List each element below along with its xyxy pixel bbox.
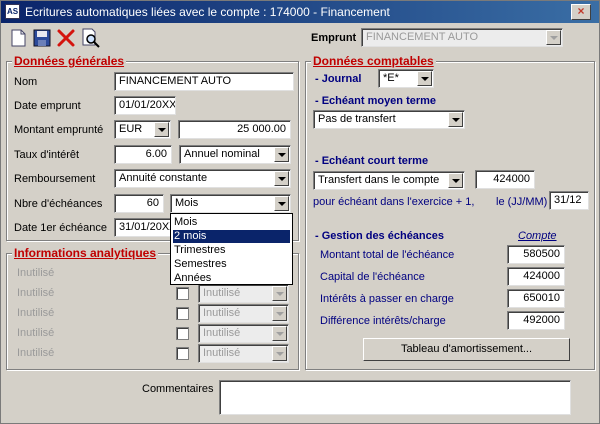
analytique-value: Inutilisé: [203, 327, 241, 339]
nbre-echeances-label: Nbre d'échéances: [14, 198, 103, 210]
analytique-label: Inutilisé: [17, 307, 55, 319]
journal-select[interactable]: *E*: [378, 69, 434, 88]
gestion-row-account[interactable]: 424000: [507, 267, 565, 286]
gestion-row-label: Montant total de l'échéance: [320, 249, 455, 261]
echeant-date-label: le (JJ/MM): [496, 196, 548, 208]
emprunt-select: FINANCEMENT AUTO: [361, 28, 563, 47]
delete-icon[interactable]: [55, 27, 77, 49]
moyen-terme-select[interactable]: Pas de transfert: [313, 110, 465, 129]
period-value: Mois: [175, 197, 199, 209]
remboursement-value: Annuité constante: [119, 172, 208, 184]
donnees-comptables-title: Données comptables: [311, 54, 436, 68]
tableau-amortissement-button[interactable]: Tableau d'amortissement...: [363, 338, 570, 361]
informations-analytiques-title: Informations analytiques: [12, 246, 159, 260]
analytique-label: Inutilisé: [17, 327, 55, 339]
nbre-echeances-field[interactable]: 60: [114, 194, 164, 213]
date-1er-label: Date 1er échéance: [14, 222, 107, 234]
journal-label: - Journal: [315, 73, 362, 85]
taux-mode-select[interactable]: Annuel nominal: [179, 145, 291, 164]
emprunt-value: FINANCEMENT AUTO: [366, 31, 479, 43]
analytique-label: Inutilisé: [17, 267, 55, 279]
court-terme-account-field[interactable]: 424000: [475, 170, 535, 189]
moyen-terme-label: - Echéant moyen terme: [315, 95, 437, 107]
app-icon: AS: [5, 4, 20, 19]
dropdown-option-2-mois[interactable]: 2 mois: [173, 230, 290, 243]
title-bar: AS Ecritures automatiques liées avec le …: [1, 1, 599, 23]
date-emprunt-label: Date emprunt: [14, 100, 81, 112]
journal-value: *E*: [383, 72, 399, 84]
dropdown-option-mois[interactable]: Mois: [173, 216, 290, 229]
chevron-down-icon: [272, 326, 287, 341]
save-icon[interactable]: [31, 27, 53, 49]
gestion-echeances-label: - Gestion des échéances: [315, 230, 444, 242]
commentaires-field[interactable]: [219, 380, 571, 415]
remboursement-select[interactable]: Annuité constante: [114, 169, 291, 188]
window-title: Ecritures automatiques liées avec le com…: [25, 5, 390, 19]
taux-field[interactable]: 6.00: [114, 145, 172, 164]
court-terme-value: Transfert dans le compte: [318, 174, 440, 186]
moyen-terme-value: Pas de transfert: [318, 113, 396, 125]
chevron-down-icon[interactable]: [448, 173, 463, 188]
taux-mode-value: Annuel nominal: [184, 148, 260, 160]
dialog-window: AS Ecritures automatiques liées avec le …: [0, 0, 600, 424]
montant-label: Montant emprunté: [14, 124, 104, 136]
dropdown-option-semestres[interactable]: Semestres: [173, 258, 290, 271]
analytique-label: Inutilisé: [17, 287, 55, 299]
remboursement-label: Remboursement: [14, 173, 96, 185]
chevron-down-icon: [546, 30, 561, 45]
analytique-checkbox[interactable]: [176, 327, 189, 340]
court-terme-select[interactable]: Transfert dans le compte: [313, 171, 465, 190]
date-emprunt-field[interactable]: 01/01/20XX: [114, 96, 176, 115]
nom-label: Nom: [14, 76, 38, 88]
analytique-value: Inutilisé: [203, 307, 241, 319]
echeant-exercice-label: pour échéant dans l'exercice + 1,: [313, 196, 475, 208]
dropdown-option-trimestres[interactable]: Trimestres: [173, 244, 290, 257]
currency-select[interactable]: EUR: [114, 120, 171, 139]
analytique-checkbox[interactable]: [176, 347, 189, 360]
donnees-generales-title: Données générales: [12, 54, 127, 68]
analytique-select: Inutilisé: [198, 324, 289, 343]
emprunt-label: Emprunt: [311, 32, 357, 44]
chevron-down-icon[interactable]: [448, 112, 463, 127]
dropdown-option-annees[interactable]: Années: [173, 272, 290, 285]
analytique-value: Inutilisé: [203, 347, 241, 359]
analytique-label: Inutilisé: [17, 347, 55, 359]
chevron-down-icon[interactable]: [274, 171, 289, 186]
nom-field[interactable]: FINANCEMENT AUTO: [114, 72, 294, 91]
period-select[interactable]: Mois: [170, 194, 291, 213]
echeant-date-field[interactable]: 31/12: [549, 191, 589, 210]
analytique-checkbox[interactable]: [176, 287, 189, 300]
close-button[interactable]: ×: [571, 4, 591, 20]
taux-label: Taux d'intérêt: [14, 149, 80, 161]
gestion-row-account[interactable]: 580500: [507, 245, 565, 264]
gestion-row-account[interactable]: 492000: [507, 311, 565, 330]
analytique-checkbox[interactable]: [176, 307, 189, 320]
period-dropdown-list: Mois 2 mois Trimestres Semestres Années: [170, 213, 293, 285]
chevron-down-icon[interactable]: [154, 122, 169, 137]
chevron-down-icon[interactable]: [274, 147, 289, 162]
analytique-select: Inutilisé: [198, 284, 289, 303]
gestion-row-label: Différence intérêts/charge: [320, 315, 446, 327]
new-document-icon[interactable]: [7, 27, 29, 49]
analytique-select: Inutilisé: [198, 304, 289, 323]
court-terme-label: - Echéant court terme: [315, 155, 429, 167]
chevron-down-icon: [272, 306, 287, 321]
chevron-down-icon[interactable]: [274, 196, 289, 211]
analytique-select: Inutilisé: [198, 344, 289, 363]
chevron-down-icon[interactable]: [417, 71, 432, 86]
commentaires-label: Commentaires: [142, 383, 214, 395]
preview-icon[interactable]: [79, 27, 101, 49]
chevron-down-icon: [272, 286, 287, 301]
chevron-down-icon: [272, 346, 287, 361]
gestion-row-label: Capital de l'échéance: [320, 271, 425, 283]
gestion-row-account[interactable]: 650010: [507, 289, 565, 308]
compte-column-header: Compte: [518, 230, 557, 242]
montant-field[interactable]: 25 000.00: [178, 120, 291, 139]
currency-value: EUR: [119, 123, 143, 135]
analytique-value: Inutilisé: [203, 287, 241, 299]
gestion-row-label: Intérêts à passer en charge: [320, 293, 454, 305]
date-1er-field[interactable]: 31/01/20XX: [114, 218, 176, 237]
